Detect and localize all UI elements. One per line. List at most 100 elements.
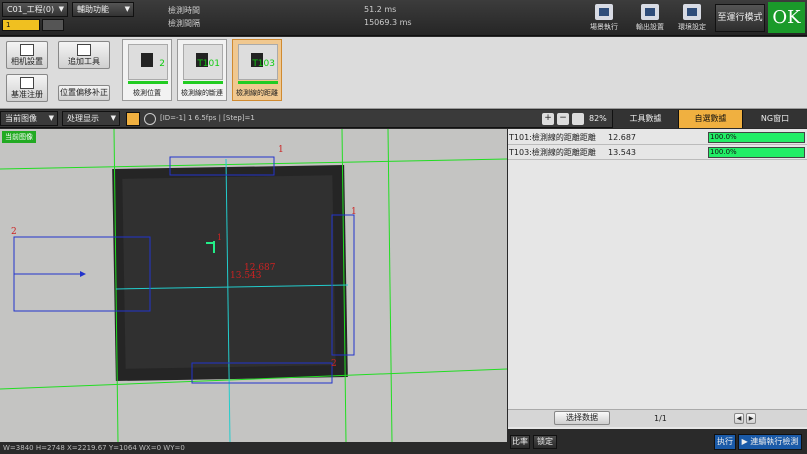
time-label-interval: 檢測間隔 — [168, 19, 200, 28]
reference-register-label: 基准注册 — [11, 90, 43, 99]
chevron-down-icon: ▼ — [48, 114, 54, 122]
next-page-button[interactable]: ▶ — [746, 413, 756, 424]
position-offset-label: 位置偏移补正 — [60, 88, 108, 97]
region-mark: 1 — [351, 207, 357, 217]
page-indicator: 1/1 — [654, 414, 667, 423]
execute-label: 执行 — [717, 437, 733, 446]
step-status-bar — [128, 81, 168, 84]
prev-page-button[interactable]: ◀ — [734, 413, 744, 424]
region-mark: 2 — [331, 359, 337, 369]
help-menu-button[interactable]: 輔助功能 ▼ — [72, 2, 134, 17]
result-name: T103:檢測線的距離距離 — [509, 148, 596, 157]
camera-settings-button[interactable]: 相机設置 — [6, 41, 48, 69]
tab-label: 自選數據 — [694, 114, 727, 123]
page-indicator[interactable]: 1 — [2, 19, 40, 31]
run-mode-label: 至運行模式 — [717, 13, 763, 23]
value-label-b: 13.543 — [230, 271, 262, 281]
tab-label: 工具數據 — [629, 114, 662, 123]
reference-register-button[interactable]: 基准注册 — [6, 74, 48, 102]
step-status-bar — [238, 81, 278, 84]
image-toolbar: 当前图像 ▼ 处理显示 ▼ [ID=-1] 1 6.5fps | [Step]=1 … — [0, 110, 807, 128]
ok-status-indicator: OK — [768, 2, 805, 33]
select-data-button[interactable]: 选择数据 — [554, 411, 610, 425]
result-value: 12.687 — [608, 133, 636, 142]
image-select-value: 当前图像 — [5, 114, 37, 123]
scene-select-value: C01_工程(0) — [7, 5, 55, 14]
environment-settings-icon — [683, 4, 701, 20]
page-indicator-value: 1 — [6, 21, 11, 29]
add-tool-button[interactable]: 追加工具 — [58, 41, 110, 69]
step-status-bar — [183, 81, 223, 84]
tool-strip: 相机設置 基准注册 追加工具 位置偏移补正 2 檢測位置 T101 檢測線的斷連… — [0, 37, 807, 109]
execute-button[interactable]: 执行 — [714, 434, 736, 450]
compare-label: 比率 — [512, 437, 528, 446]
scene-run-button[interactable]: 場景執行 — [584, 2, 624, 34]
tab-tool-data[interactable]: 工具數據 — [612, 110, 678, 128]
output-settings-icon — [641, 4, 659, 20]
help-menu-label: 輔助功能 — [77, 5, 109, 14]
display-select[interactable]: 处理显示 ▼ — [62, 111, 120, 126]
time-value-interval: 15069.3 ms — [364, 18, 412, 27]
step-detect-position[interactable]: 2 檢測位置 — [122, 39, 172, 101]
image-select[interactable]: 当前图像 ▼ — [0, 111, 58, 126]
zoom-fit-icon[interactable] — [572, 113, 584, 125]
output-settings-button[interactable]: 輸出設置 — [630, 2, 670, 34]
top-bar: C01_工程(0) ▼ 輔助功能 ▼ 1 檢測時間 檢測間隔 51.2 ms 150… — [0, 0, 807, 36]
chevron-down-icon: ▼ — [110, 114, 116, 122]
result-percent-bar: 100.0% — [708, 147, 805, 158]
table-row[interactable]: T103:檢測線的距離距離 13.543 100.0% — [508, 146, 807, 160]
time-value-measure: 51.2 ms — [364, 5, 397, 14]
tab-custom-data[interactable]: 自選數據 — [678, 110, 742, 128]
step-label: 檢測位置 — [133, 89, 161, 97]
camera-view-icon[interactable] — [144, 113, 156, 125]
result-value: 13.543 — [608, 148, 636, 157]
step-label: 檢測線的斷連 — [181, 89, 223, 97]
environment-settings-button[interactable]: 環境設定 — [672, 2, 712, 34]
step-line-distance[interactable]: T103 檢測線的距離 — [232, 39, 282, 101]
region-mark: 1 — [278, 145, 284, 155]
zoom-level: 82% — [589, 114, 607, 123]
fix-label: 锁定 — [537, 437, 553, 446]
fix-button[interactable]: 锁定 — [533, 435, 557, 449]
ok-label: OK — [772, 7, 801, 28]
result-percent-bar: 100.0% — [708, 132, 805, 143]
step-thumbnail: T103 — [238, 44, 278, 80]
display-select-value: 处理显示 — [67, 114, 99, 123]
region-mark: 2 — [11, 227, 17, 237]
step-thumbnail: T101 — [183, 44, 223, 80]
grid-toggle-icon[interactable] — [126, 112, 140, 126]
continuous-run-label: 連續執行檢測 — [750, 437, 799, 446]
step-number: T103 — [252, 59, 275, 69]
tab-ng-window[interactable]: NG窗口 — [742, 110, 807, 128]
zoom-in-icon[interactable]: + — [542, 113, 554, 125]
step-number: T101 — [197, 59, 220, 69]
run-mode-button[interactable]: 至運行模式 — [715, 4, 765, 32]
position-offset-button[interactable]: 位置偏移补正 — [58, 85, 110, 101]
output-settings-label: 輸出設置 — [636, 23, 664, 31]
scene-run-icon — [595, 4, 613, 20]
step-thumbnail: 2 — [128, 44, 168, 80]
reference-register-icon — [20, 77, 34, 89]
camera-icon — [20, 44, 34, 56]
scene-select[interactable]: C01_工程(0) ▼ — [2, 2, 68, 17]
time-label-measure: 檢測時間 — [168, 6, 200, 15]
result-name: T101:檢測線的距離距離 — [509, 133, 596, 142]
tab-label: NG窗口 — [760, 114, 790, 123]
table-row[interactable]: T101:檢測線的距離距離 12.687 100.0% — [508, 131, 807, 145]
continuous-run-button[interactable]: ▶ 連續執行檢測 — [738, 434, 802, 450]
zoom-out-icon[interactable]: − — [557, 113, 569, 125]
compare-button[interactable]: 比率 — [510, 435, 530, 449]
add-tool-icon — [77, 44, 91, 56]
environment-settings-label: 環境設定 — [678, 23, 706, 31]
region-mark: 1 — [217, 233, 223, 242]
coordinate-readout: W=3840 H=2748 X=2219.67 Y=1064 WX=0 WY=0 — [0, 442, 507, 454]
step-label: 檢測線的距離 — [236, 89, 278, 97]
image-view[interactable]: 当前图像 12.687 13.543 1 2 1 2 1 — [0, 129, 507, 442]
step-line-break[interactable]: T101 檢測線的斷連 — [177, 39, 227, 101]
scene-run-label: 場景執行 — [590, 23, 618, 31]
result-panel: T101:檢測線的距離距離 12.687 100.0% T103:檢測線的距離距… — [508, 129, 807, 454]
step-number: 2 — [159, 59, 165, 69]
toggle-icon[interactable] — [42, 19, 64, 31]
chevron-down-icon: ▼ — [124, 5, 130, 13]
green-line — [387, 129, 393, 442]
